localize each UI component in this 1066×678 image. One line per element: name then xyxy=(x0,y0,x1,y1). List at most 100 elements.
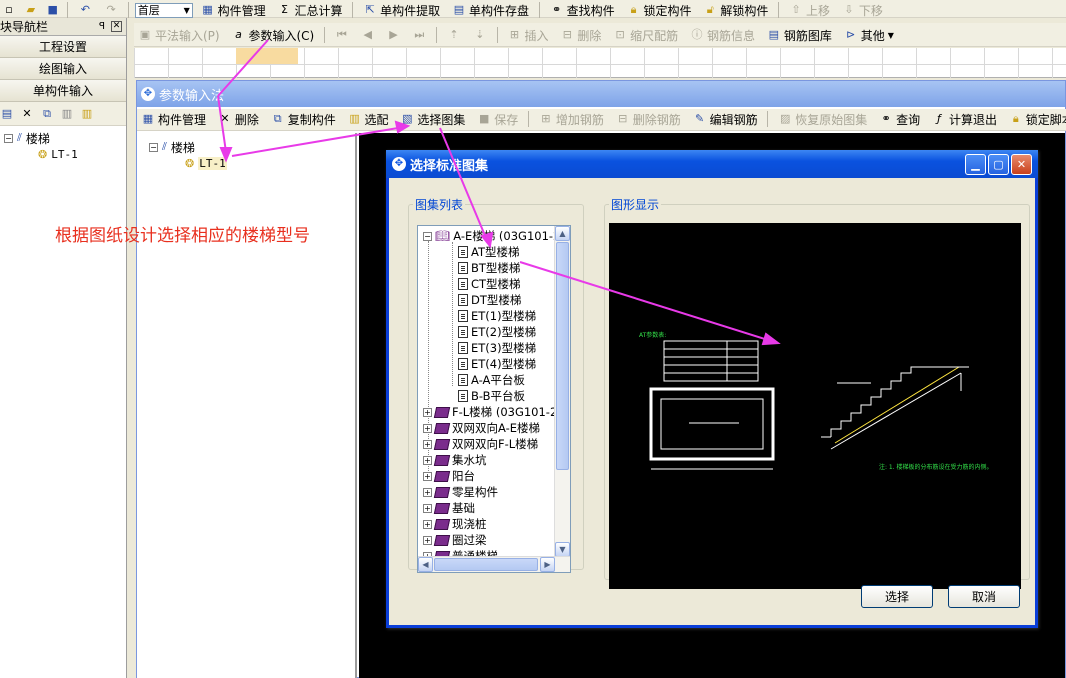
clipboard-icon[interactable]: ▥ xyxy=(80,107,94,121)
expand-icon[interactable]: + xyxy=(423,535,432,545)
single-extract-button[interactable]: ⇱ 单构件提取 xyxy=(359,0,444,20)
pw-calc-exit-button[interactable]: ƒ 计算退出 xyxy=(928,109,1001,129)
expand-icon[interactable]: + xyxy=(423,407,432,417)
select-button[interactable]: 选择 xyxy=(861,585,933,608)
close-icon[interactable]: ✕ xyxy=(111,21,122,32)
copy-icon[interactable]: ⧉ xyxy=(40,107,54,121)
collapse-icon[interactable]: − xyxy=(149,142,158,152)
rebar-library-button[interactable]: ▤ 钢筋图库 xyxy=(763,25,836,45)
expand-icon[interactable]: + xyxy=(423,471,432,481)
component-mgmt-button[interactable]: ▦ 构件管理 xyxy=(197,0,270,20)
nav-drawing-input[interactable]: 绘图输入 xyxy=(0,58,126,80)
nav-single-component-input[interactable]: 单构件输入 xyxy=(0,80,126,102)
atlas-group-ring-beam[interactable]: + 圈过梁 xyxy=(423,532,487,548)
atlas-group-f-l[interactable]: + F-L楼梯 (03G101-2) xyxy=(423,404,562,420)
atlas-item-dt[interactable]: DT型楼梯 xyxy=(458,292,521,308)
grid-highlight-cell[interactable] xyxy=(236,48,298,64)
save-icon[interactable]: ■ xyxy=(44,0,62,20)
expand-icon[interactable]: + xyxy=(423,487,432,497)
atlas-tree-list[interactable]: − 📖︎ A-E楼梯 (03G101-2) AT型楼梯 BT型楼梯 CT型楼梯 … xyxy=(417,225,571,573)
expand-icon[interactable]: + xyxy=(423,439,432,449)
pw-lock-script-button[interactable]: 🔒︎ 锁定脚本 xyxy=(1005,109,1066,129)
atlas-group-balcony[interactable]: + 阳台 xyxy=(423,468,475,484)
close-button[interactable]: ✕ xyxy=(1011,154,1032,175)
scroll-thumb[interactable] xyxy=(556,242,569,470)
param-window-titlebar[interactable]: ✥ 参数输入法 xyxy=(137,81,1065,107)
single-save-button[interactable]: ▤ 单构件存盘 xyxy=(448,0,533,20)
atlas-group-sump[interactable]: + 集水坑 xyxy=(423,452,487,468)
pin-icon[interactable]: ꟼ xyxy=(99,21,105,32)
collapse-icon[interactable]: − xyxy=(423,231,432,241)
find-component-button[interactable]: ⚭ 查找构件 xyxy=(546,0,619,20)
scale-rebar-button: ⊡ 缩尺配筋 xyxy=(609,25,682,45)
sum-calc-button[interactable]: Σ 汇总计算 xyxy=(273,0,346,20)
move-down-button: ⇩ 下移 xyxy=(838,0,887,20)
atlas-group-label: 基础 xyxy=(452,501,475,515)
delete-icon[interactable]: ✕ xyxy=(20,107,34,121)
new-file-icon[interactable]: ▫ xyxy=(0,0,18,20)
component-icon: ❂ xyxy=(38,147,48,161)
tree-node-lt1[interactable]: ❂ LT-1 xyxy=(4,146,126,162)
scale-rebar-label: 缩尺配筋 xyxy=(630,28,679,43)
atlas-item-bb-platform[interactable]: B-B平台板 xyxy=(458,388,525,404)
pw-edit-rebar-button[interactable]: ✎ 编辑钢筋 xyxy=(689,109,762,129)
atlas-item-label: AT型楼梯 xyxy=(471,245,520,259)
scroll-up-icon[interactable]: ▲ xyxy=(555,226,570,241)
save-component-icon: ▤ xyxy=(453,3,465,16)
open-folder-icon[interactable]: ▰ xyxy=(22,0,40,20)
pw-tree-node-lt1[interactable]: ❂ LT-1 xyxy=(149,155,355,171)
preview-canvas: AT参数表: 注: 1. 楼梯板的分布筋设在受力筋的内侧。 xyxy=(609,223,1021,589)
pw-tree-node-stairs[interactable]: − ⫽ 楼梯 xyxy=(149,139,355,155)
book-icon xyxy=(433,502,451,514)
atlas-group-misc[interactable]: + 零星构件 xyxy=(423,484,498,500)
lock-component-button[interactable]: 🔒︎ 锁定构件 xyxy=(623,0,696,20)
atlas-item-et2[interactable]: ET(2)型楼梯 xyxy=(458,324,536,340)
pw-component-mgmt-button[interactable]: ▦ 构件管理 xyxy=(137,109,210,129)
scroll-left-icon[interactable]: ◀ xyxy=(418,557,433,572)
pw-copy-button[interactable]: ⧉ 复制构件 xyxy=(267,109,340,129)
param-input-button[interactable]: a 参数输入(C) xyxy=(227,25,318,45)
floor-select[interactable]: 首层 ▼ xyxy=(134,2,193,18)
atlas-item-at[interactable]: AT型楼梯 xyxy=(458,244,520,260)
expand-icon[interactable]: + xyxy=(423,423,432,433)
atlas-group-foundation[interactable]: + 基础 xyxy=(423,500,475,516)
atlas-item-bt[interactable]: BT型楼梯 xyxy=(458,260,520,276)
atlas-group-cast-pile[interactable]: + 现浇桩 xyxy=(423,516,487,532)
single-save-label: 单构件存盘 xyxy=(468,3,529,18)
atlas-group-double-a-e[interactable]: + 双网双向A-E楼梯 xyxy=(423,420,540,436)
cancel-button[interactable]: 取消 xyxy=(948,585,1020,608)
pw-query-button[interactable]: ⚭ 查询 xyxy=(875,109,924,129)
horizontal-scrollbar[interactable]: ◀ ▶ xyxy=(418,556,570,572)
expand-icon[interactable]: + xyxy=(423,455,432,465)
list-icon[interactable]: ▤ xyxy=(0,107,14,121)
collapse-icon[interactable]: − xyxy=(4,133,13,143)
maximize-button[interactable]: ▢ xyxy=(988,154,1009,175)
paste-icon[interactable]: ▥ xyxy=(60,107,74,121)
scroll-thumb[interactable] xyxy=(434,558,538,571)
atlas-item-et3[interactable]: ET(3)型楼梯 xyxy=(458,340,536,356)
dialog-titlebar[interactable]: ✥ 选择标准图集 ▁ ▢ ✕ xyxy=(386,150,1038,178)
pw-calc-exit-label: 计算退出 xyxy=(948,112,997,127)
scroll-right-icon[interactable]: ▶ xyxy=(540,557,555,572)
lock-icon: 🔒︎ xyxy=(630,3,637,16)
expand-icon[interactable]: + xyxy=(423,503,432,513)
atlas-item-et1[interactable]: ET(1)型楼梯 xyxy=(458,308,536,324)
undo-icon[interactable]: ↶ xyxy=(74,0,96,20)
atlas-group-double-f-l[interactable]: + 双网双向F-L楼梯 xyxy=(423,436,538,452)
tree-node-stairs[interactable]: − ⫽ 楼梯 xyxy=(4,130,126,146)
scroll-down-icon[interactable]: ▼ xyxy=(555,542,570,557)
unlock-component-button[interactable]: 🔓︎ 解锁构件 xyxy=(699,0,772,20)
atlas-group-a-e[interactable]: − 📖︎ A-E楼梯 (03G101-2) xyxy=(423,228,565,244)
minimize-button[interactable]: ▁ xyxy=(965,154,986,175)
expand-icon[interactable]: + xyxy=(423,519,432,529)
pw-select-rebar-button[interactable]: ▥ 选配 xyxy=(344,109,393,129)
vertical-scrollbar[interactable]: ▲ ▼ xyxy=(554,226,570,557)
atlas-item-ct[interactable]: CT型楼梯 xyxy=(458,276,521,292)
atlas-item-aa-platform[interactable]: A-A平台板 xyxy=(458,372,525,388)
pw-delete-button[interactable]: ✕ 删除 xyxy=(214,109,263,129)
atlas-item-et4[interactable]: ET(4)型楼梯 xyxy=(458,356,536,372)
nav-project-settings[interactable]: 工程设置 xyxy=(0,36,126,58)
atlas-icon: ▧ xyxy=(402,112,413,125)
pw-select-atlas-button[interactable]: ▧ 选择图集 xyxy=(396,109,469,129)
other-menu-button[interactable]: ⊳ 其他 ▼ xyxy=(840,25,898,45)
